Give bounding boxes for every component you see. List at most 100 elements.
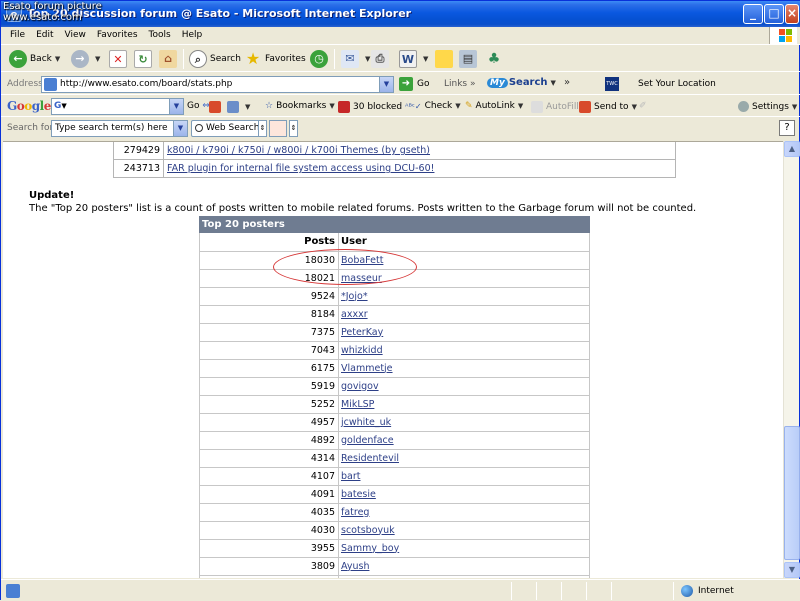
address-input[interactable]: http://www.esato.com/board/stats.php ▼ <box>41 76 394 93</box>
menu-tools[interactable]: Tools <box>144 27 176 43</box>
chevron-down-icon[interactable]: ▼ <box>173 121 187 136</box>
title-bar[interactable]: e Top 20 discussion forum @ Esato - Micr… <box>1 1 800 27</box>
chevron-down-icon[interactable]: ▼ <box>423 55 428 63</box>
user-link[interactable]: Ayush <box>341 561 369 572</box>
menu-view[interactable]: View <box>60 27 91 43</box>
settings-button[interactable]: Settings ▼ <box>738 101 797 112</box>
google-search-input[interactable]: G▼ ▼ <box>51 98 184 115</box>
history-button[interactable]: ◷ <box>310 48 331 70</box>
menu-file[interactable]: File <box>5 27 30 43</box>
chevron-down-icon[interactable]: ▼ <box>518 102 523 110</box>
chevron-down-icon[interactable]: ▼ <box>95 55 100 63</box>
chevron-right-icon[interactable]: » <box>564 77 570 88</box>
user-link[interactable]: whizkidd <box>341 345 383 356</box>
research-icon: ▤ <box>459 50 477 68</box>
popup-blocker-button[interactable]: 30 blocked <box>338 101 402 113</box>
mysearch-button[interactable]: My Search ▼ » <box>487 77 570 88</box>
note-button[interactable] <box>435 48 456 70</box>
status-bar: Internet <box>1 579 800 601</box>
menu-edit[interactable]: Edit <box>31 27 58 43</box>
chevron-down-icon[interactable]: ▼ <box>55 55 60 63</box>
pagerank-icon <box>209 101 221 113</box>
user-link[interactable]: jcwhite_uk <box>341 417 391 428</box>
google-go-button[interactable]: Go ⇔ <box>187 101 210 111</box>
home-icon: ⌂ <box>159 50 177 68</box>
chevron-down-icon[interactable]: ▼ <box>169 99 183 114</box>
user-link[interactable]: scotsboyuk <box>341 525 395 536</box>
chevron-down-icon[interactable]: ▼ <box>365 55 370 63</box>
search-term-input[interactable]: Type search term(s) here ▼ <box>51 120 188 137</box>
user-link[interactable]: Vlammetje <box>341 363 393 374</box>
user-link[interactable]: goldenface <box>341 435 394 446</box>
post-count: 4030 <box>199 520 339 540</box>
highlight-icon[interactable] <box>269 120 287 137</box>
user-link[interactable]: govigov <box>341 381 379 392</box>
more-options-button[interactable]: ⇕ <box>289 120 298 137</box>
menu-help[interactable]: Help <box>177 27 208 43</box>
user-link[interactable]: batesie <box>341 489 376 500</box>
scroll-down-button[interactable]: ▼ <box>784 562 800 578</box>
user-cell: Vlammetje <box>338 358 590 378</box>
research-button[interactable]: ▤ <box>459 48 480 70</box>
minimize-button[interactable]: _ <box>743 4 763 24</box>
user-link[interactable]: MikLSP <box>341 399 374 410</box>
user-link[interactable]: fatreg <box>341 507 369 518</box>
vertical-scrollbar[interactable]: ▲ ▼ <box>783 141 800 578</box>
favorites-button[interactable]: ★ Favorites <box>244 48 306 70</box>
scroll-up-button[interactable]: ▲ <box>784 141 800 157</box>
table-row: 279429 k800i / k790i / k750i / w800i / k… <box>113 142 676 160</box>
user-link[interactable]: Sammy_boy <box>341 543 399 554</box>
forward-button[interactable]: → ▼ <box>71 48 100 70</box>
chevron-down-icon[interactable]: ▼ <box>379 77 393 92</box>
print-button[interactable]: ⎙ <box>371 48 392 70</box>
chevron-down-icon[interactable]: ▼ <box>551 79 556 87</box>
topic-link[interactable]: FAR plugin for internal file system acce… <box>167 163 434 174</box>
table-row: 6175 Vlammetje <box>199 358 590 378</box>
google-logo[interactable]: Google <box>7 99 51 113</box>
close-button[interactable]: × <box>785 4 799 24</box>
user-link[interactable]: *Jojo* <box>341 291 368 302</box>
help-button[interactable]: ? <box>779 120 795 136</box>
set-location-link[interactable]: Set Your Location <box>638 79 716 89</box>
user-link[interactable]: bart <box>341 471 360 482</box>
menu-favorites[interactable]: Favorites <box>92 27 143 43</box>
scroll-thumb[interactable] <box>784 426 800 560</box>
edit-button[interactable]: W ▼ <box>399 48 428 70</box>
topic-link[interactable]: k800i / k790i / k750i / w800i / k700i Th… <box>167 145 430 156</box>
go-button[interactable]: ➜ Go <box>399 77 429 91</box>
stop-button[interactable]: ✕ <box>109 48 130 70</box>
maximize-button[interactable]: □ <box>764 4 784 24</box>
messenger-button[interactable]: ♣ <box>485 48 506 70</box>
search-options-button[interactable]: ⇕ <box>258 120 267 137</box>
pen-icon: ✐ <box>639 101 647 111</box>
chevron-down-icon[interactable]: ▼ <box>329 102 334 110</box>
security-zone[interactable]: Internet <box>681 585 734 597</box>
spellcheck-button[interactable]: ᴬᴮᶜ✓ Check ▼ <box>405 101 461 111</box>
autofill-button[interactable]: AutoFill <box>531 101 579 113</box>
web-search-button[interactable]: Web Search <box>191 120 266 137</box>
refresh-button[interactable]: ↻ <box>134 48 155 70</box>
user-cell: axxxr <box>338 304 590 324</box>
user-link[interactable]: Residentevil <box>341 453 399 464</box>
pagerank-button[interactable] <box>209 101 224 113</box>
sendto-label: Send to <box>594 102 629 112</box>
back-button[interactable]: ← Back ▼ <box>9 48 60 70</box>
chevron-down-icon[interactable]: ▼ <box>455 102 460 110</box>
twc-icon[interactable]: TWC <box>605 77 619 91</box>
autolink-label: AutoLink <box>475 101 515 111</box>
news-button[interactable]: ▼ <box>227 101 250 113</box>
search-button[interactable]: ⌕ Search <box>189 48 241 70</box>
autolink-button[interactable]: ✎ AutoLink ▼ <box>465 101 523 111</box>
bookmarks-button[interactable]: ☆ Bookmarks ▼ <box>265 101 335 111</box>
user-link[interactable]: axxxr <box>341 309 368 320</box>
post-count: 7043 <box>199 340 339 360</box>
user-link[interactable]: PeterKay <box>341 327 383 338</box>
chevron-down-icon[interactable]: ▼ <box>632 103 637 111</box>
links-button[interactable]: Links » <box>444 79 476 89</box>
chevron-down-icon[interactable]: ▼ <box>792 103 797 111</box>
sendto-button[interactable]: Send to ▼ <box>579 101 637 113</box>
chevron-down-icon[interactable]: ▼ <box>245 103 250 111</box>
mail-button[interactable]: ✉ ▼ <box>341 48 370 70</box>
highlight-button[interactable]: ✐ <box>639 101 647 111</box>
home-button[interactable]: ⌂ <box>159 48 180 70</box>
